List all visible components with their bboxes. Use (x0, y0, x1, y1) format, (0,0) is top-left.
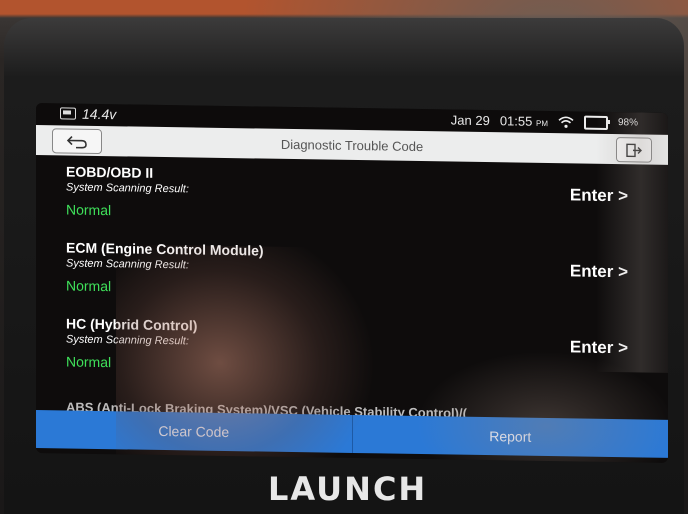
system-name: EOBD/OBD II (66, 163, 154, 181)
brand-logo: LAUNCH (268, 470, 428, 508)
system-name: HC (Hybrid Control) (66, 315, 198, 334)
status-time: 01:55 PM (500, 113, 548, 129)
list-item[interactable]: HC (Hybrid Control) System Scanning Resu… (36, 307, 668, 393)
exit-icon (626, 143, 642, 157)
enter-button[interactable]: Enter > (570, 185, 628, 206)
battery-percent: 98% (617, 117, 638, 129)
scan-result-label: System Scanning Result: (66, 333, 189, 348)
status-time-value: 01:55 (499, 113, 533, 129)
scan-status: Normal (66, 353, 112, 371)
page-title: Diagnostic Trouble Code (280, 136, 424, 154)
scan-result-label: System Scanning Result: (66, 181, 189, 196)
wifi-icon (558, 116, 574, 128)
voltage-reading: 14.4v (82, 105, 117, 123)
back-arrow-icon (66, 135, 87, 149)
device-screen: 14.4v Jan 29 01:55 PM 98% Diagnostic Tro… (36, 103, 668, 463)
enter-button[interactable]: Enter > (570, 261, 628, 282)
status-left: 14.4v (60, 105, 116, 122)
enter-button[interactable]: Enter > (570, 337, 628, 358)
system-name: ECM (Engine Control Module) (66, 239, 264, 259)
vehicle-battery-icon (60, 107, 76, 120)
scan-status: Normal (66, 277, 112, 295)
battery-icon (583, 115, 608, 130)
back-button[interactable] (52, 128, 102, 155)
clear-code-button[interactable]: Clear Code (36, 410, 353, 453)
exit-button[interactable] (616, 137, 652, 163)
status-right: Jan 29 01:55 PM 98% (451, 113, 638, 131)
scan-status: Normal (66, 201, 112, 219)
system-list: EOBD/OBD II System Scanning Result: Norm… (36, 155, 668, 420)
list-item[interactable]: EOBD/OBD II System Scanning Result: Norm… (36, 155, 668, 241)
report-button[interactable]: Report (352, 414, 668, 458)
status-date: Jan 29 (450, 112, 490, 129)
status-time-suffix: PM (535, 118, 548, 129)
scan-result-label: System Scanning Result: (66, 257, 189, 272)
list-item[interactable]: ECM (Engine Control Module) System Scann… (36, 231, 668, 317)
